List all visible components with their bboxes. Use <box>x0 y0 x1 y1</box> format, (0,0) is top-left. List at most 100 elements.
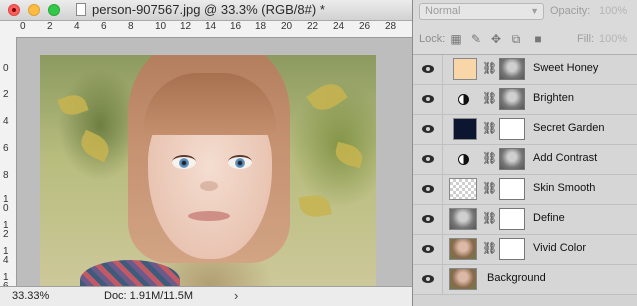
eye-icon[interactable] <box>422 215 434 223</box>
fill-color-thumbnail[interactable] <box>453 118 477 140</box>
ruler-tick: 20 <box>281 21 293 32</box>
ruler-tick: 1 4 <box>3 246 9 266</box>
layer-name[interactable]: Define <box>533 212 565 224</box>
ruler-tick: 1 2 <box>3 220 9 240</box>
layer-name[interactable]: Sweet Honey <box>533 62 598 74</box>
layer-mask-thumbnail[interactable] <box>499 58 525 80</box>
horizontal-ruler[interactable]: 0 2 4 6 8 10 12 14 16 18 20 22 24 26 28 <box>0 21 412 38</box>
layers-panel: Normal ▼ Opacity: 100% Lock: ▦ ✎ ✥ ⧉ ■ F… <box>413 0 637 306</box>
link-chain-icon[interactable]: ⛓ <box>482 151 497 165</box>
layer-row-secret-garden[interactable]: ⛓ Secret Garden <box>413 115 637 145</box>
layer-mask-thumbnail[interactable] <box>499 208 525 230</box>
layer-thumbnail[interactable] <box>449 238 477 260</box>
prevent-auto-nesting-icon[interactable]: ⧉ <box>509 32 523 46</box>
visibility-toggle[interactable] <box>413 175 443 204</box>
eye-icon[interactable] <box>422 125 434 133</box>
opacity-field[interactable]: 100% <box>599 5 627 17</box>
ruler-tick: 24 <box>333 21 345 32</box>
eye-icon[interactable] <box>422 95 434 103</box>
ruler-tick: 6 <box>3 143 9 154</box>
eye-icon[interactable] <box>422 65 434 73</box>
ruler-tick: 2 <box>3 89 9 100</box>
layer-row-brighten[interactable]: ⛓ Brighten <box>413 85 637 115</box>
leaf-shape <box>57 91 89 119</box>
visibility-toggle[interactable] <box>413 205 443 234</box>
layer-thumbnail[interactable] <box>449 208 477 230</box>
canvas-photo[interactable] <box>40 55 376 286</box>
visibility-toggle[interactable] <box>413 145 443 174</box>
vertical-ruler[interactable]: 0 2 4 6 8 1 0 1 2 1 4 1 6 <box>0 37 17 292</box>
eye-icon[interactable] <box>422 245 434 253</box>
ruler-tick: 12 <box>180 21 192 32</box>
layer-row-sweet-honey[interactable]: ⛓ Sweet Honey <box>413 55 637 85</box>
fill-color-thumbnail[interactable] <box>453 58 477 80</box>
link-chain-icon[interactable]: ⛓ <box>482 181 497 195</box>
layer-row-define[interactable]: ⛓ Define <box>413 205 637 235</box>
layer-name[interactable]: Vivid Color <box>533 242 586 254</box>
document-titlebar[interactable]: person-907567.jpg @ 33.3% (RGB/8#) * <box>0 0 412 21</box>
leaf-shape <box>306 77 348 117</box>
layer-mask-thumbnail[interactable] <box>499 88 525 110</box>
layer-name[interactable]: Brighten <box>533 92 574 104</box>
subject-mouth <box>188 211 230 221</box>
blend-mode-value: Normal <box>425 5 461 17</box>
opacity-label: Opacity: <box>550 5 591 17</box>
adjustment-layer-icon[interactable] <box>458 154 469 165</box>
document-title: person-907567.jpg @ 33.3% (RGB/8#) * <box>92 2 325 17</box>
layer-thumbnail[interactable] <box>449 178 477 200</box>
zoom-window-button[interactable] <box>48 4 60 16</box>
eye-icon[interactable] <box>422 275 434 283</box>
close-window-button[interactable] <box>8 4 20 16</box>
canvas-area[interactable] <box>17 38 412 286</box>
ruler-tick: 2 <box>47 21 53 32</box>
layer-name[interactable]: Background <box>487 272 546 284</box>
link-chain-icon[interactable]: ⛓ <box>482 121 497 135</box>
layers-panel-options: Normal ▼ Opacity: 100% Lock: ▦ ✎ ✥ ⧉ ■ F… <box>413 0 637 55</box>
layer-mask-thumbnail[interactable] <box>499 178 525 200</box>
fill-field[interactable]: 100% <box>599 33 627 45</box>
fill-label: Fill: <box>577 33 595 45</box>
ruler-tick: 14 <box>205 21 217 32</box>
visibility-toggle[interactable] <box>413 235 443 264</box>
visibility-toggle[interactable] <box>413 265 443 294</box>
lock-all-icon[interactable]: ■ <box>531 32 545 46</box>
link-chain-icon[interactable]: ⛓ <box>482 61 497 75</box>
layer-name[interactable]: Secret Garden <box>533 122 605 134</box>
visibility-toggle[interactable] <box>413 115 443 144</box>
lock-position-icon[interactable]: ✥ <box>489 32 503 46</box>
zoom-level-field[interactable]: 33.33% <box>12 290 49 302</box>
ruler-tick: 10 <box>155 21 167 32</box>
subject-nose <box>200 181 218 191</box>
link-chain-icon[interactable]: ⛓ <box>482 211 497 225</box>
document-icon <box>76 3 86 16</box>
layer-mask-thumbnail[interactable] <box>499 148 525 170</box>
adjustment-layer-icon[interactable] <box>458 94 469 105</box>
layer-thumbnail[interactable] <box>449 268 477 290</box>
layer-row-vivid-color[interactable]: ⛓ Vivid Color <box>413 235 637 265</box>
minimize-window-button[interactable] <box>28 4 40 16</box>
layer-mask-thumbnail[interactable] <box>499 118 525 140</box>
ruler-tick: 0 <box>3 63 9 74</box>
link-chain-icon[interactable]: ⛓ <box>482 91 497 105</box>
document-window: person-907567.jpg @ 33.3% (RGB/8#) * 0 2… <box>0 0 413 306</box>
lock-transparent-pixels-icon[interactable]: ▦ <box>449 32 463 46</box>
subject-dress <box>80 260 180 286</box>
status-menu-arrow-icon[interactable]: › <box>234 288 238 303</box>
ruler-tick: 26 <box>359 21 371 32</box>
layer-row-background[interactable]: Background <box>413 265 637 295</box>
eye-icon[interactable] <box>422 155 434 163</box>
status-bar: 33.33% Doc: 1.91M/11.5M › <box>0 286 412 306</box>
link-chain-icon[interactable]: ⛓ <box>482 241 497 255</box>
visibility-toggle[interactable] <box>413 85 443 114</box>
lock-image-pixels-icon[interactable]: ✎ <box>469 32 483 46</box>
layer-name[interactable]: Skin Smooth <box>533 182 595 194</box>
visibility-toggle[interactable] <box>413 55 443 84</box>
layer-row-add-contrast[interactable]: ⛓ Add Contrast <box>413 145 637 175</box>
layer-row-skin-smooth[interactable]: ⛓ Skin Smooth <box>413 175 637 205</box>
blend-mode-select[interactable]: Normal ▼ <box>419 3 544 20</box>
eye-icon[interactable] <box>422 185 434 193</box>
ruler-tick: 4 <box>3 116 9 127</box>
ruler-tick: 8 <box>128 21 134 32</box>
layer-mask-thumbnail[interactable] <box>499 238 525 260</box>
layer-name[interactable]: Add Contrast <box>533 152 597 164</box>
